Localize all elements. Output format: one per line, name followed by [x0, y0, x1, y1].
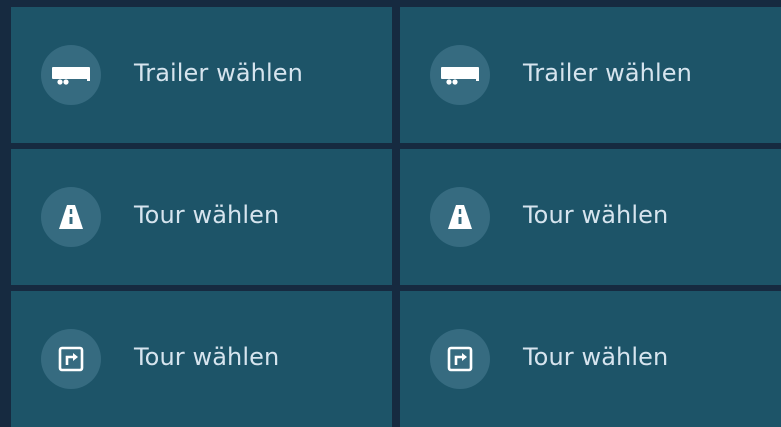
- turn-right-sign-icon: [58, 346, 84, 372]
- select-tour-tile[interactable]: Tour wählen: [11, 291, 392, 427]
- tile-grid: Trailer wählen Trailer wählen Tour wähle…: [0, 0, 781, 427]
- select-tour-tile[interactable]: Tour wählen: [400, 291, 781, 427]
- tile-label: Trailer wählen: [523, 59, 692, 87]
- icon-circle: [41, 329, 101, 389]
- icon-circle: [430, 45, 490, 105]
- select-trailer-tile[interactable]: Trailer wählen: [400, 7, 781, 143]
- icon-circle: [430, 329, 490, 389]
- road-icon: [56, 202, 86, 232]
- select-tour-tile[interactable]: Tour wählen: [400, 149, 781, 285]
- icon-circle: [41, 187, 101, 247]
- tile-label: Trailer wählen: [134, 59, 303, 87]
- road-icon: [445, 202, 475, 232]
- select-tour-tile[interactable]: Tour wählen: [11, 149, 392, 285]
- tile-label: Tour wählen: [523, 343, 669, 371]
- trailer-icon: [51, 64, 91, 86]
- tile-label: Tour wählen: [523, 201, 669, 229]
- icon-circle: [430, 187, 490, 247]
- icon-circle: [41, 45, 101, 105]
- tile-label: Tour wählen: [134, 201, 280, 229]
- tile-label: Tour wählen: [134, 343, 280, 371]
- trailer-icon: [440, 64, 480, 86]
- turn-right-sign-icon: [447, 346, 473, 372]
- select-trailer-tile[interactable]: Trailer wählen: [11, 7, 392, 143]
